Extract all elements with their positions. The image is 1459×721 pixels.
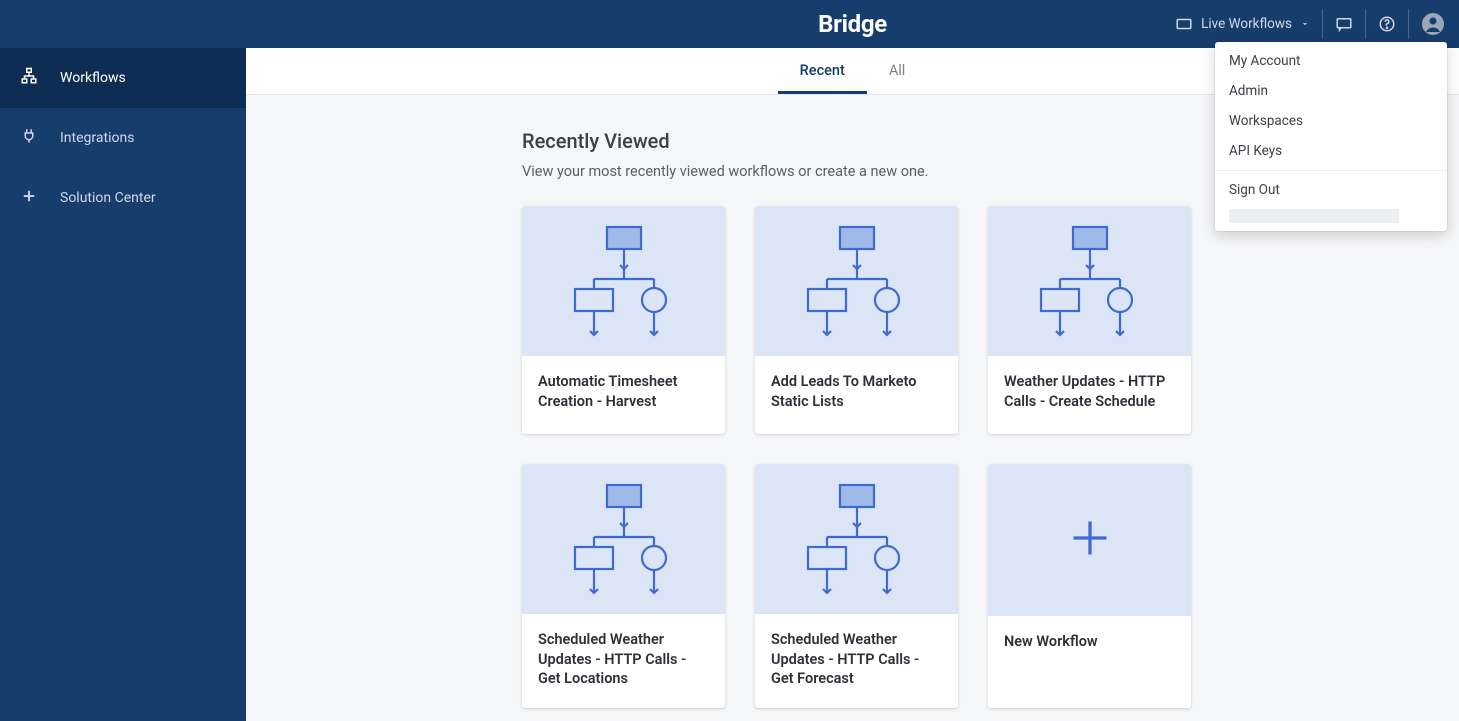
workflow-card[interactable]: Weather Updates - HTTP Calls - Create Sc… <box>988 206 1191 434</box>
new-workflow-card[interactable]: New Workflow <box>988 464 1191 708</box>
new-workflow-thumbnail <box>988 464 1191 616</box>
new-workflow-label: New Workflow <box>1004 632 1175 652</box>
menu-my-account[interactable]: My Account <box>1215 46 1447 76</box>
workflow-thumbnail <box>755 206 958 356</box>
sidebar-item-label: Solution Center <box>60 190 156 206</box>
plus-icon <box>1068 516 1112 564</box>
sidebar-item-solution-center[interactable]: Solution Center <box>0 168 246 228</box>
feedback-icon <box>1335 15 1353 33</box>
workflow-card-title: Scheduled Weather Updates - HTTP Calls -… <box>538 630 709 689</box>
plug-icon <box>20 127 60 149</box>
workflow-card[interactable]: Scheduled Weather Updates - HTTP Calls -… <box>522 464 725 708</box>
plus-icon <box>20 187 60 209</box>
workflow-thumbnail <box>755 464 958 614</box>
workflow-card-title: Weather Updates - HTTP Calls - Create Sc… <box>1004 372 1175 411</box>
help-button[interactable] <box>1366 9 1409 39</box>
notifications-button[interactable] <box>1323 9 1366 39</box>
menu-separator <box>1215 170 1447 171</box>
sidebar-item-integrations[interactable]: Integrations <box>0 108 246 168</box>
workflow-card-title: Automatic Timesheet Creation - Harvest <box>538 372 709 411</box>
sidebar-item-label: Integrations <box>60 130 134 146</box>
workspace-icon <box>1175 15 1193 33</box>
tab-recent[interactable]: Recent <box>778 48 867 94</box>
page-title: Recently Viewed <box>522 129 1222 153</box>
menu-api-keys[interactable]: API Keys <box>1215 136 1447 166</box>
menu-workspaces[interactable]: Workspaces <box>1215 106 1447 136</box>
avatar-icon <box>1421 12 1445 36</box>
workflow-card[interactable]: Automatic Timesheet Creation - Harvest <box>522 206 725 434</box>
workflow-icon <box>20 67 60 89</box>
tab-all[interactable]: All <box>867 48 928 94</box>
brand-logo: Bridge <box>818 10 887 38</box>
workflow-card-title: Scheduled Weather Updates - HTTP Calls -… <box>771 630 942 689</box>
account-menu-trigger[interactable] <box>1409 9 1445 39</box>
sidebar: Workflows Integrations Solution Center <box>0 0 246 721</box>
menu-sign-out[interactable]: Sign Out <box>1215 175 1447 205</box>
menu-footer-placeholder <box>1229 209 1399 223</box>
workflow-thumbnail <box>522 206 725 356</box>
account-dropdown: My Account Admin Workspaces API Keys Sig… <box>1215 42 1447 231</box>
workflow-grid: Automatic Timesheet Creation - Harvest <box>522 206 1222 708</box>
page-subtitle: View your most recently viewed workflows… <box>522 163 1222 180</box>
help-icon <box>1378 15 1396 33</box>
workspace-label: Live Workflows <box>1201 16 1292 32</box>
sidebar-item-label: Workflows <box>60 70 126 86</box>
workspace-switcher[interactable]: Live Workflows <box>1163 9 1323 39</box>
menu-admin[interactable]: Admin <box>1215 76 1447 106</box>
sidebar-item-workflows[interactable]: Workflows <box>0 48 246 108</box>
workflow-card[interactable]: Scheduled Weather Updates - HTTP Calls -… <box>755 464 958 708</box>
sidebar-logo-space <box>0 0 246 48</box>
workflow-thumbnail <box>988 206 1191 356</box>
workflow-thumbnail <box>522 464 725 614</box>
topbar: Bridge Live Workflows <box>246 0 1459 48</box>
workflow-card[interactable]: Add Leads To Marketo Static Lists <box>755 206 958 434</box>
caret-down-icon <box>1300 15 1310 33</box>
workflow-card-title: Add Leads To Marketo Static Lists <box>771 372 942 411</box>
